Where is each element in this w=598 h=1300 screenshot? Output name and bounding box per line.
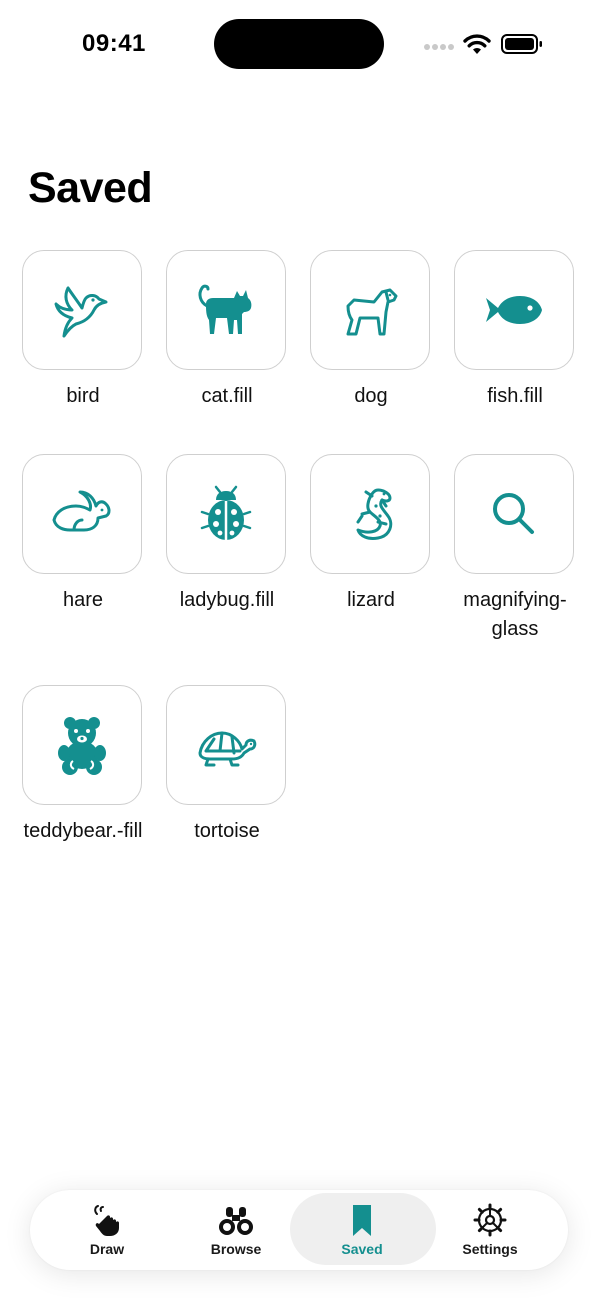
saved-item-ladybug[interactable]: ladybug.fill [166, 454, 288, 615]
saved-item-card[interactable] [22, 250, 142, 370]
wifi-icon [463, 34, 491, 54]
tab-saved[interactable]: Saved [290, 1190, 436, 1270]
saved-item-tortoise[interactable]: tortoise [166, 685, 288, 846]
saved-item-label: teddybear.-fill [23, 820, 143, 842]
tab-label: Saved [341, 1241, 383, 1257]
status-time: 09:41 [82, 30, 146, 57]
saved-item-dog[interactable]: dog [310, 250, 432, 411]
page-title: Saved [28, 164, 153, 212]
saved-item-label: tortoise [194, 820, 260, 842]
binoculars-icon [219, 1207, 253, 1235]
tab-settings[interactable]: Settings [425, 1190, 555, 1270]
tab-label: Browse [210, 1241, 262, 1257]
saved-item-card[interactable] [22, 685, 142, 805]
saved-item-label: magnifying-glass [463, 589, 567, 640]
tab-browse[interactable]: Browse [171, 1190, 301, 1270]
saved-item-card[interactable] [166, 250, 286, 370]
magnifying-glass-icon [493, 493, 534, 534]
saved-item-card[interactable] [454, 454, 574, 574]
tortoise-icon [198, 731, 257, 767]
saved-item-bird[interactable]: bird [22, 250, 144, 411]
saved-item-lizard[interactable]: lizard [310, 454, 432, 615]
tab-label: Settings [462, 1241, 518, 1257]
bookmark-icon [353, 1205, 371, 1236]
saved-item-label: cat.fill [201, 385, 253, 407]
saved-item-card[interactable] [310, 250, 430, 370]
saved-item-magnifying-glass[interactable]: magnifying-glass [454, 454, 576, 644]
teddybear-icon [58, 717, 106, 775]
tab-bar: Draw Browse Saved Settings [30, 1190, 568, 1270]
ladybug-icon [200, 485, 252, 540]
saved-item-card[interactable] [22, 454, 142, 574]
fish-icon [486, 296, 542, 324]
saved-item-card[interactable] [166, 685, 286, 805]
saved-item-label: bird [66, 385, 100, 407]
saved-item-card[interactable] [166, 454, 286, 574]
tab-label: Draw [89, 1241, 125, 1257]
dog-icon [346, 288, 398, 336]
saved-item-fish[interactable]: fish.fill [454, 250, 576, 411]
dynamic-island [214, 19, 384, 69]
bird-icon [54, 286, 108, 338]
saved-item-label: ladybug.fill [179, 589, 275, 611]
hare-icon [52, 490, 111, 532]
battery-icon [501, 34, 542, 54]
saved-item-hare[interactable]: hare [22, 454, 144, 615]
gear-icon [473, 1203, 507, 1237]
saved-item-label: lizard [347, 589, 395, 611]
lizard-icon [356, 488, 393, 540]
saved-item-card[interactable] [454, 250, 574, 370]
saved-item-teddybear[interactable]: teddybear.-fill [22, 685, 144, 846]
saved-item-label: dog [354, 385, 388, 407]
saved-item-cat[interactable]: cat.fill [166, 250, 288, 411]
hand-draw-icon [94, 1205, 119, 1236]
cat-icon [198, 284, 252, 334]
saved-item-card[interactable] [310, 454, 430, 574]
saved-item-label: hare [62, 589, 104, 611]
status-bar: 09:41 [0, 0, 598, 90]
cellular-signal-icon [424, 44, 456, 52]
saved-item-label: fish.fill [487, 385, 543, 407]
tab-draw[interactable]: Draw [42, 1190, 172, 1270]
